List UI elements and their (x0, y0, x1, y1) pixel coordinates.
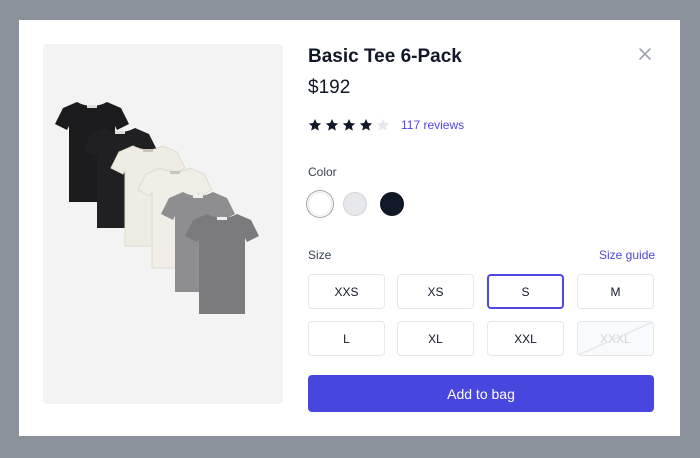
size-option-label: M (610, 284, 621, 299)
close-icon (639, 48, 651, 60)
color-label: Color (308, 165, 337, 179)
rating-stars (308, 118, 393, 132)
star-icon (308, 119, 322, 131)
size-option-label: XXL (514, 331, 537, 346)
size-option-xxs[interactable]: XXS (308, 274, 385, 309)
product-image (43, 44, 283, 404)
size-option-xl[interactable]: XL (397, 321, 474, 356)
rating: 117 reviews (308, 117, 464, 133)
close-button[interactable] (635, 44, 655, 64)
size-option-label: S (521, 284, 530, 299)
color-swatch-gray[interactable] (343, 192, 367, 216)
color-swatch-black[interactable] (380, 192, 404, 216)
product-price: $192 (308, 77, 351, 98)
size-label: Size (308, 248, 332, 262)
add-to-bag-button[interactable]: Add to bag (308, 375, 654, 412)
size-option-xs[interactable]: XS (397, 274, 474, 309)
star-icon (376, 119, 390, 131)
stacked-tshirts-image (55, 102, 259, 314)
star-icon (359, 119, 373, 131)
unavailable-strike (578, 322, 653, 355)
size-option-label: L (343, 331, 350, 346)
star-icon (342, 119, 356, 131)
size-option-m[interactable]: M (577, 274, 654, 309)
size-option-label: XXS (334, 284, 359, 299)
size-option-label: XS (427, 284, 444, 299)
size-option-xxl[interactable]: XXL (487, 321, 564, 356)
size-option-s[interactable]: S (487, 274, 564, 309)
size-guide-link[interactable]: Size guide (599, 248, 655, 262)
quick-view-modal: Basic Tee 6-Pack $192 117 reviews Color … (19, 20, 680, 436)
star-icon (325, 119, 339, 131)
size-option-xxxl: XXXL (577, 321, 654, 356)
color-swatch-white[interactable] (308, 192, 332, 216)
size-option-label: XL (428, 331, 443, 346)
product-title: Basic Tee 6-Pack (308, 46, 462, 67)
size-option-l[interactable]: L (308, 321, 385, 356)
reviews-link[interactable]: 117 reviews (401, 118, 464, 132)
